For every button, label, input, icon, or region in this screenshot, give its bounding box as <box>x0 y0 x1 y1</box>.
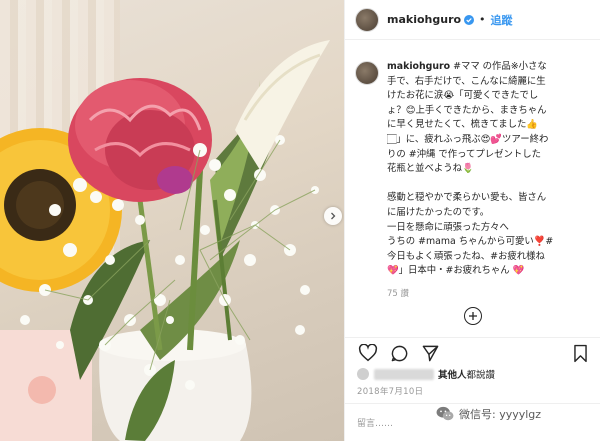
caption-line: うちの #mama ちゃんから可愛い❣️# <box>387 236 554 248</box>
share-icon <box>422 345 438 361</box>
comment-button[interactable] <box>388 342 410 364</box>
liked-by-suffix: 都說讚 <box>466 370 496 381</box>
caption-line: りの #沖縄 で作ってプレゼントした <box>387 148 541 160</box>
wechat-watermark: 微信号: yyyylgz <box>436 405 541 423</box>
caption-line: 💖」日本中・#お疲れちゃん 💖 <box>387 265 525 277</box>
verified-badge-icon <box>464 14 475 25</box>
caption-line: 今日もよく頑張ったね、#お疲れ様ね <box>387 250 545 262</box>
bookmark-icon <box>573 344 587 362</box>
share-button[interactable] <box>419 342 441 364</box>
chevron-right-icon <box>331 212 336 220</box>
caption-avatar[interactable] <box>355 61 379 85</box>
caption-line <box>387 177 590 192</box>
post-header: makiohguro • 追蹤 <box>345 0 600 40</box>
flower-arrangement-image <box>0 40 330 441</box>
liked-by-others[interactable]: 其他人 <box>438 367 467 381</box>
caption-username[interactable]: makiohguro <box>387 61 450 72</box>
save-button[interactable] <box>569 342 591 364</box>
username-link[interactable]: makiohguro <box>387 13 461 26</box>
caption-line: 感動と穏やかで柔らかい愛も、皆さん <box>387 192 547 204</box>
caption-likes-count[interactable]: 75 讚 <box>387 287 600 299</box>
load-more-comments-button[interactable] <box>464 306 482 325</box>
caption-line: ょ？😊上手くできたから、まきちゃん <box>387 104 547 116</box>
wechat-icon <box>436 406 454 421</box>
liked-by-name-redacted <box>374 368 434 380</box>
caption-line: 一日を懸命に頑張った方々へ <box>387 221 509 233</box>
caption-line: けたお花に涙😭「可愛くできたでし <box>387 90 539 102</box>
caption-line: 花瓶と並べようね🌷 <box>387 163 474 175</box>
caption-line: #ママ の作品※小さな <box>453 61 547 72</box>
caption-line: 🏻」に、疲れふっ飛ぶ😍💕ツアー終わ <box>387 133 549 145</box>
post-side-panel: makiohguro • 追蹤 makiohguro #ママ の作品※小さな 手… <box>344 0 600 441</box>
comment-input[interactable]: 留言…… <box>357 416 393 429</box>
caption-text: makiohguro #ママ の作品※小さな 手で、右手だけで、こんなに綺麗に生… <box>387 60 590 279</box>
caption-line: に早く見せたくて、梳きてました👍 <box>387 119 539 131</box>
liked-by-avatar <box>357 368 369 380</box>
next-image-button[interactable] <box>324 207 342 225</box>
caption-line: に届けたかったのです。 <box>387 206 490 218</box>
avatar[interactable] <box>355 7 379 32</box>
separator-dot: • <box>479 13 486 26</box>
caption-line: 手で、右手だけで、こんなに綺麗に生 <box>387 75 546 87</box>
watermark-text: 微信号: yyyylgz <box>459 408 542 421</box>
follow-button[interactable]: 追蹤 <box>491 12 513 28</box>
action-bar <box>345 337 600 365</box>
liked-by-row[interactable]: 其他人 都說讚 <box>357 367 495 381</box>
post-photo[interactable] <box>0 0 344 441</box>
comment-icon <box>391 345 407 361</box>
heart-icon <box>358 344 378 362</box>
post-date[interactable]: 2018年7月10日 <box>357 385 423 397</box>
caption-section: makiohguro #ママ の作品※小さな 手で、右手だけで、こんなに綺麗に生… <box>345 40 600 279</box>
like-button[interactable] <box>357 342 379 364</box>
plus-circle-icon <box>469 311 477 320</box>
